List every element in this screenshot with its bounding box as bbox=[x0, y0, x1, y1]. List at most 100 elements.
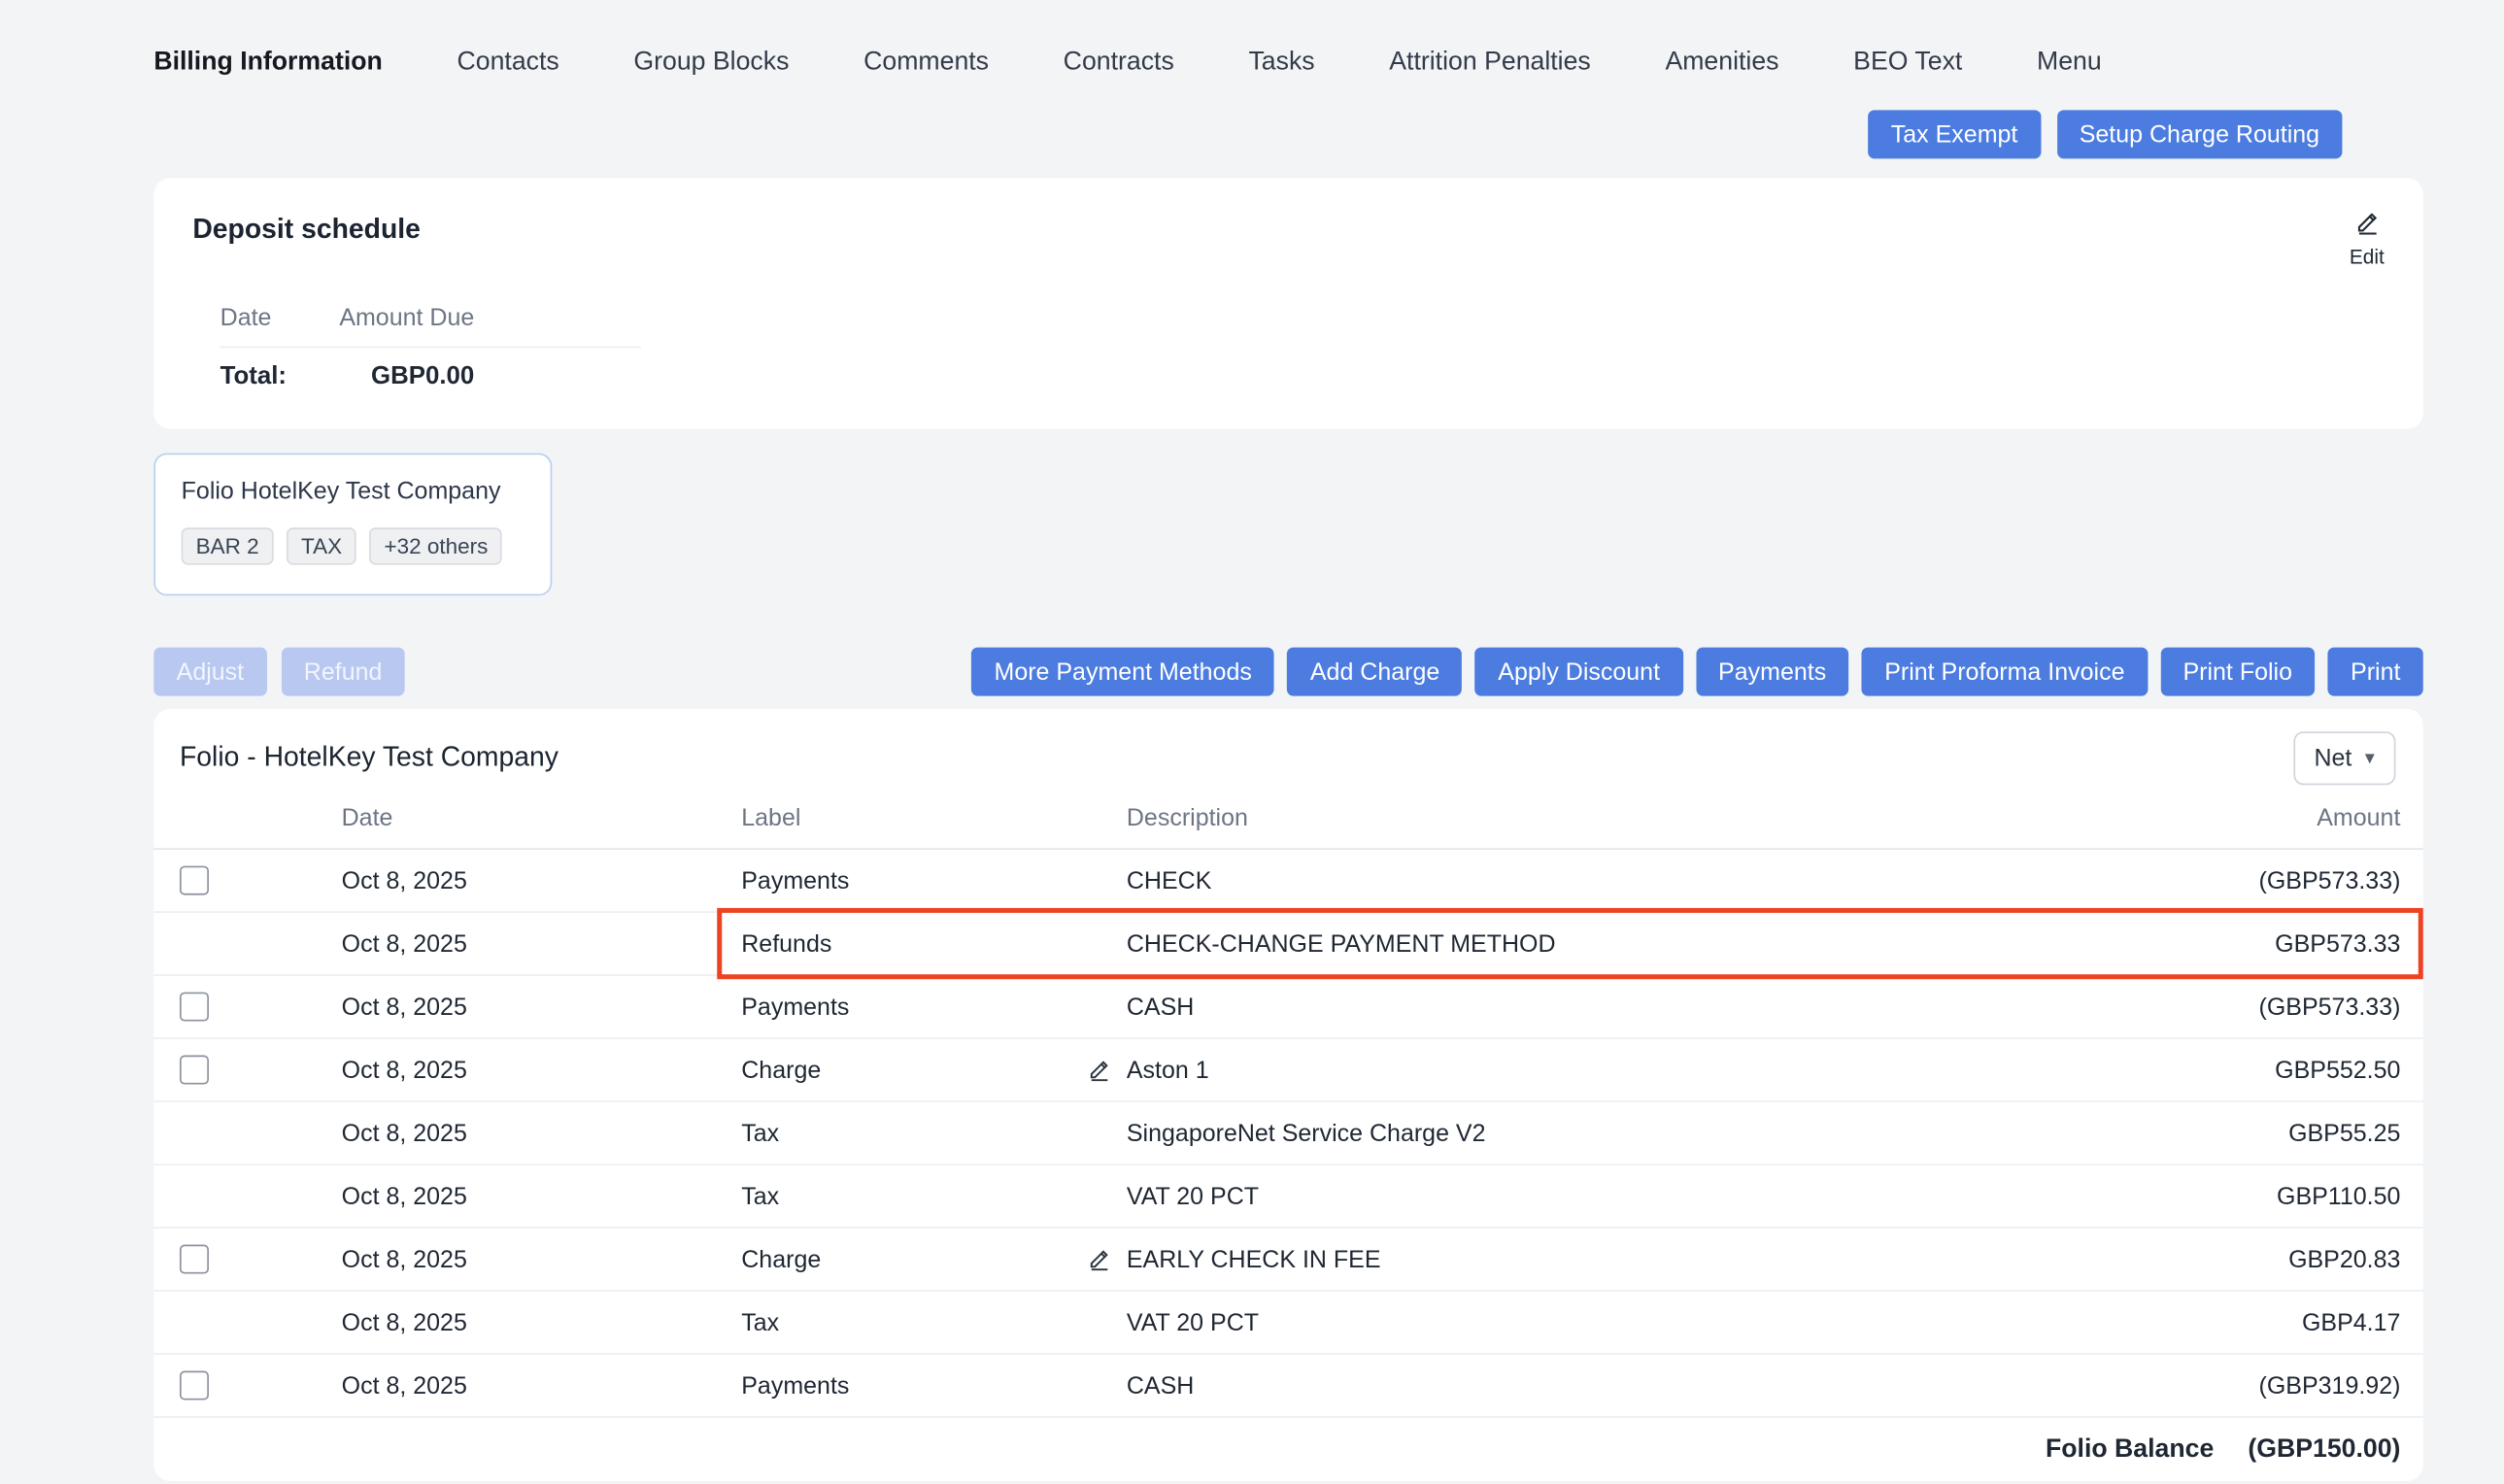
row-amount: GBP573.33 bbox=[2077, 929, 2400, 957]
deposit-total-row: Total: GBP0.00 bbox=[220, 348, 641, 406]
row-date: Oct 8, 2025 bbox=[342, 1182, 742, 1209]
row-label: Tax bbox=[741, 1308, 1127, 1335]
folio-summary-title: Folio HotelKey Test Company bbox=[182, 478, 524, 505]
print-folio-button[interactable]: Print Folio bbox=[2160, 648, 2315, 696]
row-description-text: EARLY CHECK IN FEE bbox=[1127, 1245, 1381, 1272]
deposit-edit-label: Edit bbox=[2350, 246, 2385, 268]
row-description-text: VAT 20 PCT bbox=[1127, 1182, 1259, 1209]
deposit-table-header: Date Amount Due bbox=[220, 288, 641, 349]
tab-group-blocks[interactable]: Group Blocks bbox=[633, 49, 789, 78]
folio-table-title: Folio - HotelKey Test Company bbox=[180, 741, 558, 773]
row-description-text: CASH bbox=[1127, 993, 1194, 1020]
tab-tasks[interactable]: Tasks bbox=[1248, 49, 1314, 78]
row-description-text: CHECK-CHANGE PAYMENT METHOD bbox=[1127, 929, 1556, 957]
folio-table-header: Date Label Description Amount bbox=[153, 787, 2422, 850]
payments-button[interactable]: Payments bbox=[1696, 648, 1849, 696]
table-row: Oct 8, 2025 Tax SingaporeNet Service Cha… bbox=[153, 1102, 2422, 1165]
folio-chip-32-others[interactable]: +32 others bbox=[369, 527, 502, 564]
print-proforma-invoice-button[interactable]: Print Proforma Invoice bbox=[1862, 648, 2148, 696]
deposit-col-amount-due: Amount Due bbox=[328, 303, 474, 330]
add-charge-button[interactable]: Add Charge bbox=[1288, 648, 1463, 696]
deposit-edit-button[interactable]: Edit bbox=[2350, 211, 2385, 269]
apply-discount-button[interactable]: Apply Discount bbox=[1475, 648, 1682, 696]
row-checkbox-cell bbox=[180, 1371, 342, 1400]
edit-pencil-icon bbox=[2354, 211, 2379, 243]
deposit-schedule-card: Deposit schedule Edit Date Amount Due bbox=[153, 178, 2422, 428]
folio-chips: BAR 2 TAX +32 others bbox=[182, 527, 524, 564]
tab-attrition-penalties[interactable]: Attrition Penalties bbox=[1389, 49, 1591, 78]
row-date: Oct 8, 2025 bbox=[342, 993, 742, 1020]
row-checkbox[interactable] bbox=[180, 993, 209, 1022]
tab-billing-information[interactable]: Billing Information bbox=[153, 49, 383, 78]
row-checkbox[interactable] bbox=[180, 1245, 209, 1274]
row-checkbox[interactable] bbox=[180, 866, 209, 895]
folio-chip-bar-2[interactable]: BAR 2 bbox=[182, 527, 274, 564]
folio-chip-tax[interactable]: TAX bbox=[287, 527, 356, 564]
adjust-button[interactable]: Adjust bbox=[153, 648, 266, 696]
row-checkbox[interactable] bbox=[180, 1056, 209, 1085]
deposit-total-label: Total: bbox=[220, 362, 329, 391]
table-row: Oct 8, 2025 Tax VAT 20 PCT GBP4.17 bbox=[153, 1292, 2422, 1355]
tab-beo-text[interactable]: BEO Text bbox=[1853, 49, 1962, 78]
row-checkbox[interactable] bbox=[180, 1371, 209, 1400]
header-label: Label bbox=[741, 803, 1127, 830]
row-amount: GBP55.25 bbox=[2077, 1119, 2400, 1146]
row-date: Oct 8, 2025 bbox=[342, 929, 742, 957]
row-label: Payments bbox=[741, 1371, 1127, 1399]
row-checkbox-cell bbox=[180, 1245, 342, 1274]
folio-balance-row: Folio Balance (GBP150.00) bbox=[153, 1418, 2422, 1481]
row-amount: GBP110.50 bbox=[2077, 1182, 2400, 1209]
row-description-text: CHECK bbox=[1127, 866, 1212, 894]
tab-menu[interactable]: Menu bbox=[2037, 49, 2102, 78]
folio-summary-card[interactable]: Folio HotelKey Test Company BAR 2 TAX +32 … bbox=[153, 454, 552, 596]
billing-page: Billing Information Contacts Group Blocks C… bbox=[0, 0, 2504, 1484]
row-description-text: CASH bbox=[1127, 1371, 1194, 1399]
row-amount: GBP552.50 bbox=[2077, 1056, 2400, 1083]
header-date: Date bbox=[342, 803, 742, 830]
deposit-total-value: GBP0.00 bbox=[328, 362, 474, 391]
print-button[interactable]: Print bbox=[2328, 648, 2423, 696]
header-description: Description bbox=[1127, 803, 2077, 830]
refund-button[interactable]: Refund bbox=[281, 648, 404, 696]
tab-comments[interactable]: Comments bbox=[863, 49, 989, 78]
folio-actions-left: Adjust Refund bbox=[153, 648, 404, 696]
row-description-text: VAT 20 PCT bbox=[1127, 1308, 1259, 1335]
edit-icon[interactable] bbox=[1088, 1059, 1110, 1081]
row-description: VAT 20 PCT bbox=[1127, 1308, 2077, 1335]
row-description-text: SingaporeNet Service Charge V2 bbox=[1127, 1119, 1486, 1146]
edit-icon[interactable] bbox=[1088, 1248, 1110, 1270]
row-description: Aston 1 bbox=[1127, 1056, 2077, 1083]
row-description: CHECK bbox=[1127, 866, 2077, 894]
table-row: Oct 8, 2025 Payments CASH (GBP573.33) bbox=[153, 976, 2422, 1039]
row-date: Oct 8, 2025 bbox=[342, 1245, 742, 1272]
row-description: CASH bbox=[1127, 1371, 2077, 1399]
row-date: Oct 8, 2025 bbox=[342, 1371, 742, 1399]
tab-contracts[interactable]: Contracts bbox=[1064, 49, 1174, 78]
row-label: Payments bbox=[741, 866, 1127, 894]
row-date: Oct 8, 2025 bbox=[342, 1056, 742, 1083]
tab-contacts[interactable]: Contacts bbox=[457, 49, 558, 78]
folio-actions-row: Adjust Refund More Payment Methods Add Ch… bbox=[153, 648, 2422, 696]
row-date: Oct 8, 2025 bbox=[342, 1308, 742, 1335]
tab-amenities[interactable]: Amenities bbox=[1665, 49, 1778, 78]
table-row: Oct 8, 2025 Payments CASH (GBP319.92) bbox=[153, 1355, 2422, 1418]
table-row: Oct 8, 2025 Tax VAT 20 PCT GBP110.50 bbox=[153, 1165, 2422, 1229]
row-description: EARLY CHECK IN FEE bbox=[1127, 1245, 2077, 1272]
row-description: SingaporeNet Service Charge V2 bbox=[1127, 1119, 2077, 1146]
table-row: Oct 8, 2025 Charge Aston 1 GBP552.50 bbox=[153, 1039, 2422, 1102]
tax-exempt-button[interactable]: Tax Exempt bbox=[1868, 110, 2040, 158]
row-description-text: Aston 1 bbox=[1127, 1056, 1209, 1083]
row-checkbox-cell bbox=[180, 993, 342, 1022]
more-payment-methods-button[interactable]: More Payment Methods bbox=[971, 648, 1274, 696]
row-amount: GBP4.17 bbox=[2077, 1308, 2400, 1335]
setup-charge-routing-button[interactable]: Setup Charge Routing bbox=[2056, 110, 2342, 158]
row-checkbox-cell bbox=[180, 1056, 342, 1085]
net-filter-dropdown[interactable]: Net ▾ bbox=[2293, 730, 2396, 784]
deposit-schedule-title: Deposit schedule bbox=[192, 214, 2384, 246]
deposit-col-date: Date bbox=[220, 303, 329, 330]
row-label: Refunds bbox=[741, 929, 1127, 957]
row-label: Tax bbox=[741, 1182, 1127, 1209]
row-description: CASH bbox=[1127, 993, 2077, 1020]
header-amount: Amount bbox=[2077, 803, 2400, 830]
row-description: CHECK-CHANGE PAYMENT METHOD bbox=[1127, 929, 2077, 957]
